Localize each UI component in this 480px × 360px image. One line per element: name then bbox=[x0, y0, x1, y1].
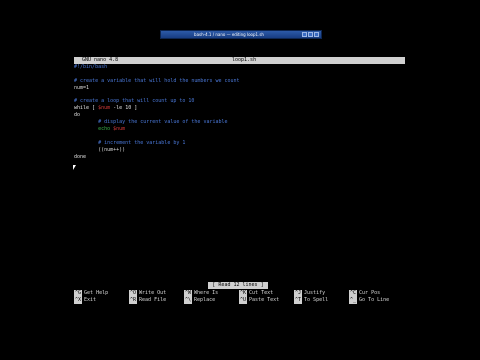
shortcut-item[interactable]: ^W Where Is bbox=[184, 290, 218, 297]
editor-line: echo $num bbox=[74, 126, 405, 133]
shortcut-label: Replace bbox=[194, 297, 216, 303]
editor-line: do bbox=[74, 112, 405, 119]
shortcut-label: Exit bbox=[84, 297, 97, 303]
shortcut-item[interactable]: ^K Cut Text bbox=[239, 290, 273, 297]
window-titlebar[interactable]: bash-4.1 / nano — editing loop1.sh bbox=[160, 30, 322, 39]
code-token: do bbox=[74, 112, 81, 119]
nano-header: GNU nano 4.8 loop1.sh bbox=[74, 57, 405, 64]
shortcut-label: Go To Line bbox=[359, 297, 390, 303]
shortcut-item[interactable]: ^\ Replace bbox=[184, 297, 215, 304]
editor-line: # display the current value of the varia… bbox=[74, 119, 405, 126]
code-token: done bbox=[74, 153, 87, 160]
code-token: # display the current value of the varia… bbox=[74, 119, 228, 126]
editor-line: num=1 bbox=[74, 85, 405, 92]
shortcut-item[interactable]: ^X Exit bbox=[74, 297, 96, 304]
shortcut-label: Paste Text bbox=[249, 297, 280, 303]
shortcut-item[interactable]: ^R Read File bbox=[129, 297, 166, 304]
shortcut-key: ^T bbox=[294, 297, 303, 304]
shortcut-label: Get Help bbox=[84, 290, 109, 296]
shortcut-key: ^C bbox=[349, 290, 358, 297]
code-token: $num bbox=[113, 126, 126, 133]
code-token: while [ bbox=[74, 105, 99, 112]
shortcut-key: ^O bbox=[129, 290, 138, 297]
file-name: loop1.sh bbox=[232, 57, 257, 63]
code-token: -le 10 ] bbox=[110, 105, 138, 112]
shortcut-label: Write Out bbox=[139, 290, 167, 296]
minimize-icon[interactable] bbox=[302, 32, 307, 37]
maximize-icon[interactable] bbox=[308, 32, 313, 37]
shortcut-key: ^K bbox=[239, 290, 248, 297]
shortcut-key: ^X bbox=[74, 297, 83, 304]
mouse-pointer-icon bbox=[73, 165, 76, 170]
shortcut-item[interactable]: ^C Cur Pos bbox=[349, 290, 380, 297]
shortcut-item[interactable]: ^G Get Help bbox=[74, 290, 108, 297]
shortcut-label: Where Is bbox=[194, 290, 219, 296]
shortcut-label: Cut Text bbox=[249, 290, 274, 296]
code-token: ((num++)) bbox=[74, 146, 126, 153]
editor-line: # create a variable that will hold the n… bbox=[74, 78, 405, 85]
shortcut-item[interactable]: ^_ Go To Line bbox=[349, 297, 389, 304]
editor-line: # create a loop that will count up to 10 bbox=[74, 98, 405, 105]
shortcut-key: ^\ bbox=[184, 297, 193, 304]
status-message: [ Read 12 lines ] bbox=[208, 282, 268, 289]
shortcut-key: ^U bbox=[239, 297, 248, 304]
shortcut-item[interactable]: ^T To Spell bbox=[294, 297, 328, 304]
nano-version: GNU nano 4.8 bbox=[82, 57, 119, 63]
shortcut-key: ^R bbox=[129, 297, 138, 304]
shortcut-label: Justify bbox=[304, 290, 326, 296]
shortcut-item[interactable]: ^O Write Out bbox=[129, 290, 166, 297]
editor-line: done bbox=[74, 154, 405, 161]
shortcut-item[interactable]: ^U Paste Text bbox=[239, 297, 279, 304]
code-token: $num bbox=[98, 105, 111, 112]
shortcut-item[interactable]: ^J Justify bbox=[294, 290, 325, 297]
shortcut-key: ^J bbox=[294, 290, 303, 297]
editor-line: # increment the variable by 1 bbox=[74, 140, 405, 147]
window-title: bash-4.1 / nano — editing loop1.sh bbox=[194, 32, 264, 37]
editor-line: while [ $num -le 10 ] bbox=[74, 105, 405, 112]
code-token: num=1 bbox=[74, 84, 90, 91]
shortcut-bar: ^G Get Help ^O Write Out ^W Where Is ^K Cut Tex… bbox=[74, 290, 405, 304]
editor-text-area[interactable]: #!/bin/bash # create a variable that will… bbox=[74, 64, 405, 160]
code-token: # create a loop that will count up to 10 bbox=[74, 98, 195, 105]
code-token: #!/bin/bash bbox=[74, 64, 108, 70]
code-token: # create a variable that will hold the n… bbox=[74, 77, 240, 84]
shortcut-label: To Spell bbox=[304, 297, 329, 303]
shortcut-key: ^_ bbox=[349, 297, 358, 304]
code-token: echo bbox=[74, 126, 114, 133]
editor-line: #!/bin/bash bbox=[74, 64, 405, 71]
code-token: # increment the variable by 1 bbox=[74, 139, 186, 146]
shortcut-key: ^W bbox=[184, 290, 193, 297]
close-icon[interactable] bbox=[314, 32, 319, 37]
shortcut-label: Read File bbox=[139, 297, 167, 303]
editor-line: ((num++)) bbox=[74, 147, 405, 154]
shortcut-label: Cur Pos bbox=[359, 290, 381, 296]
shortcut-key: ^G bbox=[74, 290, 83, 297]
